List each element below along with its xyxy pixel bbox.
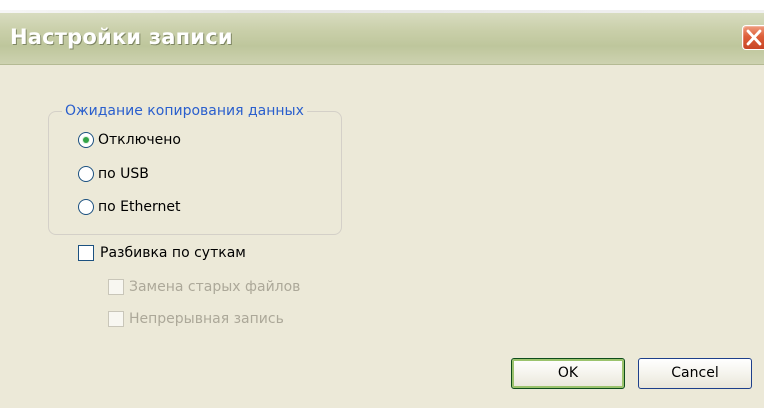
titlebar: Настройки записи — [0, 13, 764, 65]
daily-split-checkbox-row[interactable]: Разбивка по суткам — [78, 243, 246, 263]
replace-old-files-checkbox-row: Замена старых файлов — [108, 277, 300, 297]
radio-ethernet-option[interactable]: по Ethernet — [78, 197, 180, 217]
radio-label-disabled: Отключено — [98, 132, 181, 148]
close-icon — [746, 29, 762, 46]
close-button[interactable] — [742, 25, 764, 50]
ok-button[interactable]: OK — [511, 358, 625, 389]
checkbox-icon — [108, 279, 124, 295]
screen: Настройки записи Ожидание копирования да… — [0, 0, 764, 408]
continuous-recording-label: Непрерывная запись — [129, 311, 284, 327]
radio-label-ethernet: по Ethernet — [98, 199, 181, 215]
radio-usb-option[interactable]: по USB — [78, 164, 149, 184]
radio-unselected-icon[interactable] — [78, 199, 94, 215]
replace-old-files-label: Замена старых файлов — [129, 279, 301, 295]
continuous-recording-checkbox-row: Непрерывная запись — [108, 309, 284, 329]
radio-label-usb: по USB — [98, 166, 149, 182]
checkbox-icon — [108, 311, 124, 327]
daily-split-label: Разбивка по суткам — [100, 245, 246, 261]
settings-dialog: Настройки записи Ожидание копирования да… — [0, 13, 764, 408]
cancel-button[interactable]: Cancel — [638, 358, 752, 389]
radio-disabled-option[interactable]: Отключено — [78, 130, 181, 150]
window-title: Настройки записи — [10, 25, 233, 49]
group-label: Ожидание копирования данных — [62, 102, 307, 120]
radio-selected-dot — [83, 137, 89, 143]
radio-selected-icon[interactable] — [78, 132, 94, 148]
radio-unselected-icon[interactable] — [78, 166, 94, 182]
checkbox-icon[interactable] — [78, 245, 94, 261]
